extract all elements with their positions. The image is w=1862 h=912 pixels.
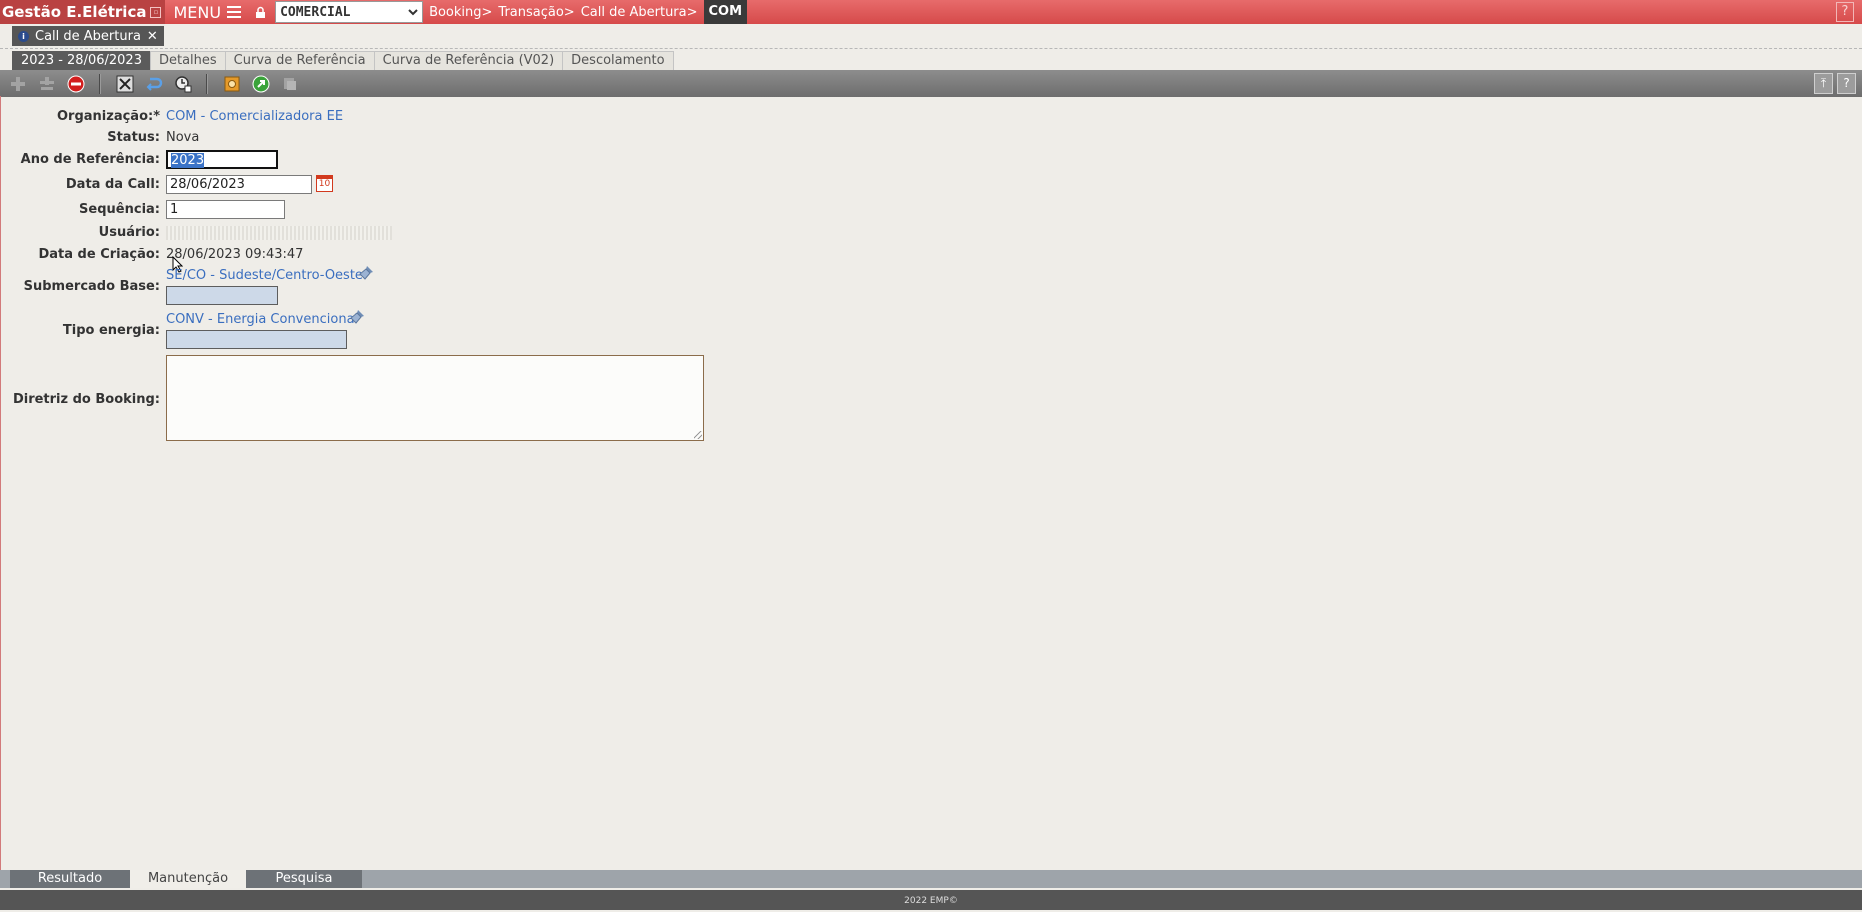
status-value: Nova [166, 130, 200, 145]
chevron-down-icon [408, 8, 418, 15]
pin-icon[interactable]: ⤒ [1814, 73, 1833, 94]
usuario-value [166, 226, 392, 240]
toolbar-separator [206, 73, 208, 94]
usuario-label: Usuário: [98, 225, 160, 240]
add-icon[interactable] [7, 73, 29, 95]
add-child-icon[interactable] [36, 73, 58, 95]
breadcrumb: Booking> Transação> Call de Abertura> CO… [429, 0, 748, 24]
ano-referencia-input[interactable]: 2023 [166, 150, 278, 169]
menu-label: MENU [173, 2, 222, 22]
status-label: Status: [107, 130, 160, 145]
resize-handle-icon[interactable] [694, 431, 702, 439]
undo-icon[interactable] [143, 73, 165, 95]
clear-brush-icon[interactable] [348, 308, 366, 330]
breadcrumb-item-booking[interactable]: Booking> [429, 5, 492, 20]
tab-manutencao[interactable]: Manutenção [130, 870, 246, 888]
tab-resultado[interactable]: Resultado [10, 870, 130, 888]
toolbar-right: ⤒ ? [1814, 73, 1856, 94]
info-icon: i [18, 30, 29, 42]
sequencia-label: Sequência: [79, 202, 160, 217]
delete-icon[interactable] [65, 73, 87, 95]
close-icon[interactable]: ✕ [147, 29, 158, 44]
tab-summary[interactable]: 2023 - 28/06/2023 [12, 51, 151, 70]
tab-curva-referencia-v02[interactable]: Curva de Referência (V02) [373, 51, 564, 70]
diretriz-booking-label: Diretriz do Booking: [12, 392, 160, 407]
history-icon[interactable] [172, 73, 194, 95]
toolbar: ⤒ ? [0, 70, 1862, 97]
document-tab-strip: i Call de Abertura ✕ [0, 24, 1862, 49]
help-question-icon[interactable]: ? [1837, 73, 1856, 94]
copy-icon[interactable] [279, 73, 301, 95]
top-bar: Gestão E.Elétrica ▫ MENU COMERCIAL Booki… [0, 0, 1862, 24]
app-window-icon[interactable]: ▫ [150, 6, 162, 18]
submercado-base-lookup[interactable] [166, 286, 278, 305]
settings-gear-icon[interactable] [221, 73, 243, 95]
ano-referencia-value: 2023 [171, 153, 205, 168]
ano-referencia-label: Ano de Referência: [20, 152, 160, 167]
footer: 2022 EMP© [0, 890, 1862, 910]
submercado-base-value[interactable]: SE/CO - Sudeste/Centro-Oeste [166, 268, 363, 283]
tipo-energia-value[interactable]: CONV - Energia Convencional [166, 312, 358, 327]
tab-curva-referencia[interactable]: Curva de Referência [224, 51, 375, 70]
tipo-energia-lookup[interactable] [166, 330, 347, 349]
app-title: Gestão E.Elétrica ▫ [0, 0, 166, 24]
document-tab[interactable]: i Call de Abertura ✕ [12, 26, 164, 46]
cancel-edit-icon[interactable] [114, 73, 136, 95]
organizacao-value[interactable]: COM - Comercializadora EE [166, 109, 343, 124]
breadcrumb-current: COM [703, 0, 748, 24]
lock-icon[interactable] [253, 4, 267, 20]
app-title-text: Gestão E.Elétrica [2, 3, 147, 21]
breadcrumb-item-call-abertura[interactable]: Call de Abertura> [581, 5, 698, 20]
organizacao-label: Organização:* [57, 109, 160, 124]
menu-button[interactable]: MENU [165, 0, 249, 24]
tab-descolamento[interactable]: Descolamento [562, 51, 674, 70]
data-call-label: Data da Call: [65, 177, 160, 192]
tipo-energia-label: Tipo energia: [62, 323, 160, 338]
export-icon[interactable] [250, 73, 272, 95]
organization-select-value: COMERCIAL [280, 4, 351, 20]
submercado-base-label: Submercado Base: [23, 279, 160, 294]
data-call-input[interactable]: 28/06/2023 [166, 175, 312, 194]
data-criacao-label: Data de Criação: [38, 247, 160, 262]
breadcrumb-item-transacao[interactable]: Transação> [498, 5, 574, 20]
tab-detalhes[interactable]: Detalhes [149, 51, 226, 70]
organization-select[interactable]: COMERCIAL [275, 1, 424, 23]
diretriz-booking-textarea[interactable] [166, 355, 704, 441]
document-tab-label: Call de Abertura [35, 28, 141, 44]
help-icon[interactable]: ? [1836, 2, 1854, 22]
bottom-tabs: Resultado Manutenção Pesquisa [0, 870, 1862, 888]
sequencia-input[interactable]: 1 [166, 200, 285, 219]
tab-pesquisa[interactable]: Pesquisa [246, 870, 362, 888]
subtabs: 2023 - 28/06/2023 Detalhes Curva de Refe… [12, 51, 674, 70]
clear-brush-icon[interactable] [357, 264, 375, 286]
data-criacao-value: 28/06/2023 09:43:47 [166, 247, 304, 262]
toolbar-separator [99, 73, 101, 94]
calendar-icon[interactable]: 10 [316, 175, 333, 192]
hamburger-icon [227, 3, 242, 21]
